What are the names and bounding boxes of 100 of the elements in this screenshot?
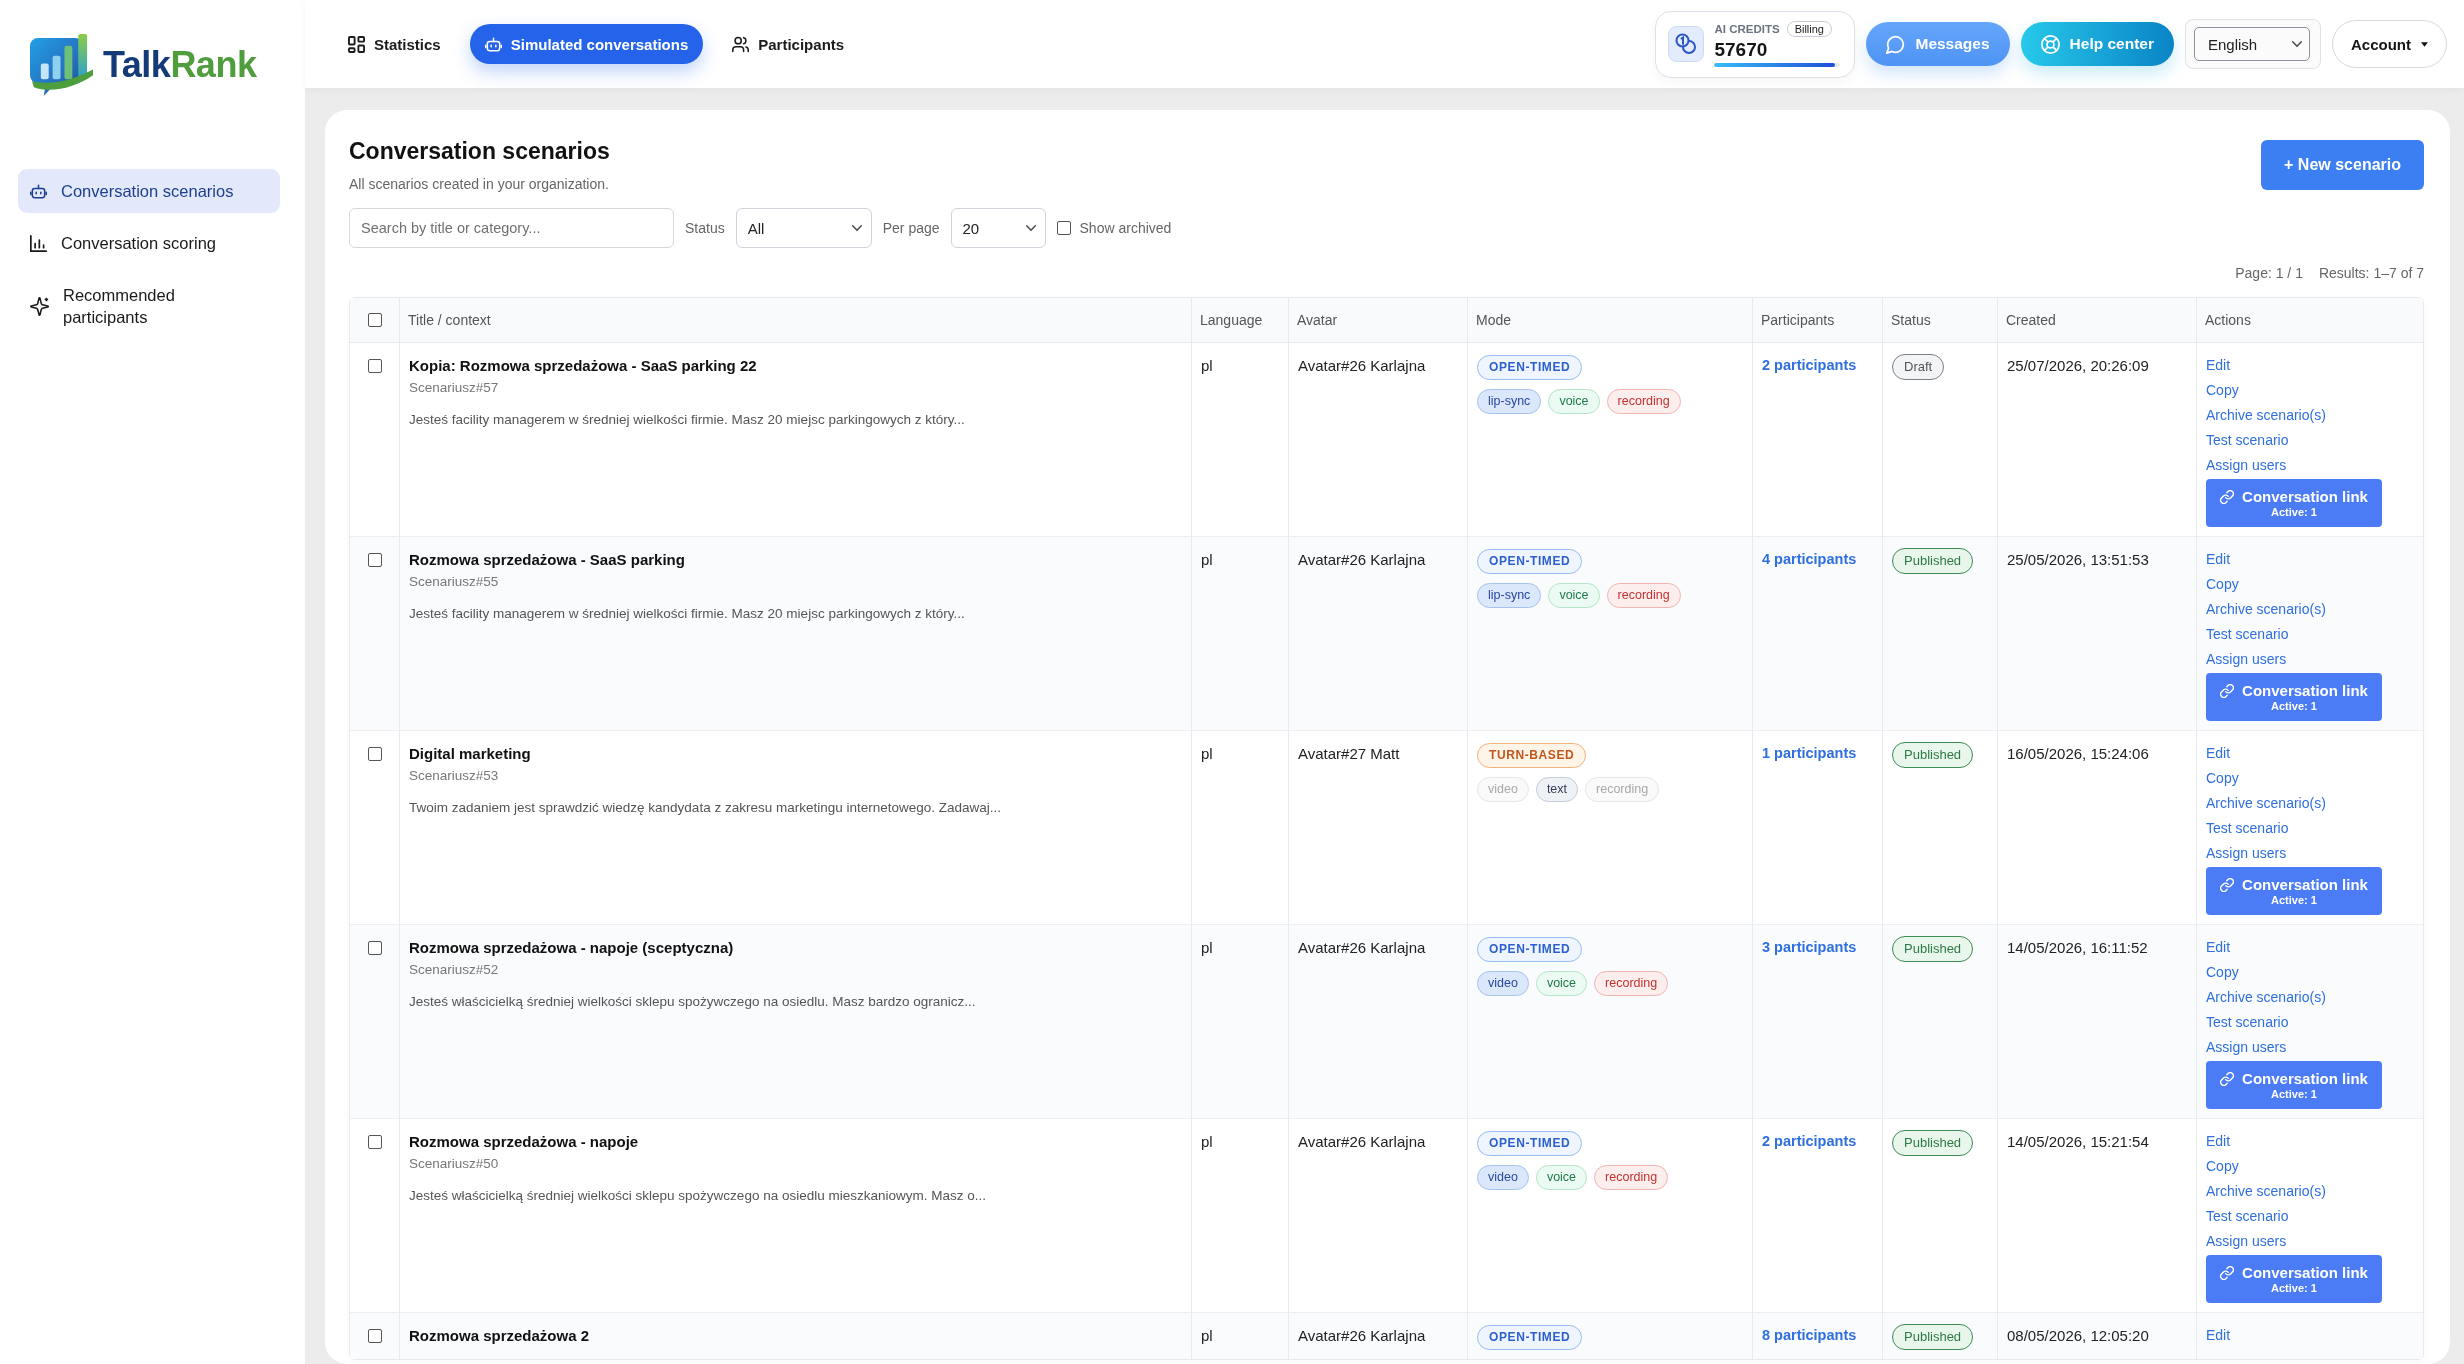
- action-link[interactable]: Copy: [2206, 378, 2239, 403]
- action-link[interactable]: Copy: [2206, 960, 2239, 985]
- conversation-link-button[interactable]: Conversation link Active: 1: [2206, 673, 2382, 721]
- mode-tag: OPEN-TIMED: [1477, 937, 1583, 962]
- action-link[interactable]: Edit: [2206, 741, 2231, 766]
- credits-value: 57670: [1714, 39, 1769, 61]
- status-badge: Published: [1892, 936, 1974, 962]
- row-checkbox[interactable]: [367, 747, 382, 761]
- robot-icon: [484, 35, 502, 53]
- feature-tag: voice: [1535, 1165, 1588, 1190]
- participants-link[interactable]: 8 participants: [1762, 1327, 1857, 1343]
- chevron-down-icon: [1025, 225, 1036, 231]
- status-badge: Draft: [1892, 354, 1945, 380]
- new-scenario-button[interactable]: + New scenario: [2261, 140, 2424, 190]
- sidebar-item[interactable]: Recommended participants: [18, 273, 280, 339]
- select-all-checkbox[interactable]: [367, 313, 382, 327]
- action-link[interactable]: Test scenario: [2206, 622, 2289, 647]
- feature-tag: recording: [1606, 583, 1681, 608]
- action-link[interactable]: Copy: [2206, 766, 2239, 791]
- action-link[interactable]: Archive scenario(s): [2206, 597, 2326, 622]
- row-checkbox[interactable]: [367, 1135, 382, 1149]
- action-link[interactable]: Edit: [2206, 547, 2231, 572]
- action-link[interactable]: Archive scenario(s): [2206, 791, 2326, 816]
- page-indicator: Page: 1 / 1: [2235, 264, 2303, 283]
- action-link[interactable]: Archive scenario(s): [2206, 985, 2326, 1010]
- language-cell-text: pl: [1201, 1132, 1214, 1152]
- language-cell-text: pl: [1201, 938, 1214, 958]
- scenario-code: Scenariusz#52: [409, 961, 500, 979]
- conversation-link-button[interactable]: Conversation link Active: 1: [2206, 1061, 2382, 1109]
- action-link[interactable]: Archive scenario(s): [2206, 403, 2326, 428]
- per-page-select[interactable]: 20: [950, 208, 1046, 248]
- feature-tag: voice: [1548, 583, 1600, 608]
- search-field[interactable]: Search by title or category...: [349, 208, 674, 248]
- participants-link[interactable]: 4 participants: [1762, 551, 1857, 567]
- users-icon: [732, 35, 750, 53]
- caret-icon: [2421, 41, 2428, 47]
- action-link[interactable]: Assign users: [2206, 1229, 2287, 1254]
- action-link[interactable]: Test scenario: [2206, 1010, 2289, 1035]
- status-badge: Published: [1892, 742, 1974, 768]
- participants-link[interactable]: 2 participants: [1762, 357, 1857, 373]
- action-link[interactable]: Edit: [2206, 1129, 2231, 1154]
- conversation-link-button[interactable]: Conversation link Active: 1: [2206, 1255, 2382, 1303]
- avatar-cell-text: Avatar#26 Karlajna: [1298, 356, 1427, 376]
- conversation-link-button[interactable]: Conversation link Active: 1: [2206, 479, 2382, 527]
- feature-tag: video: [1477, 971, 1529, 996]
- language-select[interactable]: English: [2194, 27, 2310, 61]
- column-header: Actions: [2205, 312, 2251, 328]
- feature-tag: recording: [1585, 777, 1660, 802]
- show-archived-checkbox[interactable]: [1056, 221, 1071, 235]
- feature-tag: video: [1477, 777, 1529, 802]
- feature-tag: recording: [1594, 971, 1669, 996]
- participants-link[interactable]: 1 participants: [1762, 745, 1857, 761]
- sparkle-icon: [30, 296, 49, 316]
- row-checkbox[interactable]: [367, 941, 382, 955]
- column-header: Language: [1200, 312, 1263, 328]
- credits-label: AI CREDITS: [1714, 23, 1780, 35]
- action-link[interactable]: Assign users: [2206, 1035, 2287, 1060]
- action-link[interactable]: Archive scenario(s): [2206, 1179, 2326, 1204]
- action-link[interactable]: Assign users: [2206, 647, 2287, 672]
- sidebar-item[interactable]: Conversation scenarios: [18, 169, 280, 213]
- status-select[interactable]: All: [735, 208, 872, 248]
- sidebar-item[interactable]: Conversation scoring: [18, 221, 280, 265]
- created-cell-text: 25/07/2026, 20:26:09: [2007, 356, 2150, 376]
- messages-button[interactable]: Messages: [1866, 22, 2010, 66]
- action-link[interactable]: Assign users: [2206, 453, 2287, 478]
- action-link[interactable]: Copy: [2206, 1154, 2239, 1179]
- action-link[interactable]: Edit: [2206, 935, 2231, 960]
- chevron-down-icon: [851, 225, 862, 231]
- action-link[interactable]: Test scenario: [2206, 1204, 2289, 1229]
- account-button[interactable]: Account: [2332, 20, 2447, 68]
- participants-link[interactable]: 2 participants: [1762, 1133, 1857, 1149]
- scenario-description: Jesteś właścicielką średniej wielkości sklepu spożywczego na osiedlu. Masz bardzo ogranicz...: [409, 993, 977, 1011]
- link-icon: [2220, 877, 2235, 892]
- scenario-code: Scenariusz#53: [409, 767, 500, 785]
- scenario-title: Rozmowa sprzedażowa 2: [409, 1326, 591, 1346]
- avatar-cell-text: Avatar#26 Karlajna: [1298, 1132, 1427, 1152]
- row-checkbox[interactable]: [367, 359, 382, 373]
- mode-tag: OPEN-TIMED: [1477, 355, 1583, 380]
- nav-tab[interactable]: Participants: [717, 24, 860, 64]
- action-link[interactable]: Edit: [2206, 353, 2231, 378]
- action-link[interactable]: Edit: [2206, 1323, 2231, 1348]
- action-link[interactable]: Copy: [2206, 572, 2239, 597]
- action-link[interactable]: Test scenario: [2206, 816, 2289, 841]
- mode-tag: OPEN-TIMED: [1477, 549, 1583, 574]
- action-link[interactable]: Test scenario: [2206, 428, 2289, 453]
- help-center-button[interactable]: Help center: [2020, 22, 2174, 66]
- row-checkbox[interactable]: [367, 553, 382, 567]
- results-count: Results: 1–7 of 7: [2318, 264, 2424, 283]
- feature-tag: video: [1477, 1165, 1529, 1190]
- logo-wordmark: TalkRank: [103, 44, 257, 85]
- participants-link[interactable]: 3 participants: [1762, 939, 1857, 955]
- conversation-link-button[interactable]: Conversation link Active: 1: [2206, 867, 2382, 915]
- page-title: Conversation scenarios: [349, 137, 610, 166]
- nav-tab[interactable]: Statistics: [333, 24, 456, 64]
- action-link[interactable]: Assign users: [2206, 841, 2287, 866]
- avatar-cell-text: Avatar#26 Karlajna: [1298, 938, 1427, 958]
- row-checkbox[interactable]: [367, 1329, 382, 1343]
- scenario-code: Scenariusz#55: [409, 573, 500, 591]
- avatar-cell-text: Avatar#27 Matt: [1298, 744, 1401, 764]
- nav-tab[interactable]: Simulated conversations: [469, 24, 704, 64]
